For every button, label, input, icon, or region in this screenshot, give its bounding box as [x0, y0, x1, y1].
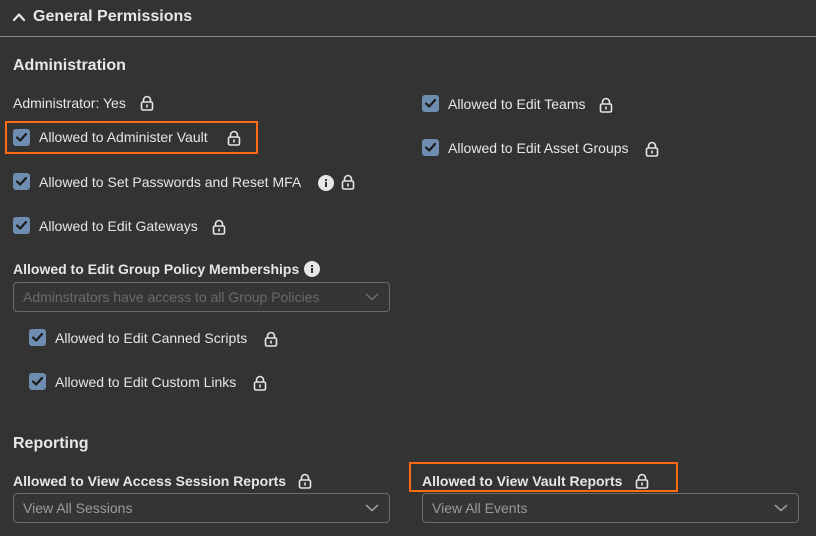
administrator-status: Administrator: Yes: [13, 95, 126, 111]
label-edit-custom-links: Allowed to Edit Custom Links: [55, 374, 237, 390]
label-set-passwords-reset-mfa: Allowed to Set Passwords and Reset MFA: [39, 174, 302, 190]
lock-icon: [140, 95, 154, 111]
lock-icon: [227, 130, 241, 146]
checkbox-edit-gateways[interactable]: [13, 217, 30, 234]
label-group-policy-memberships: Allowed to Edit Group Policy Memberships: [13, 261, 300, 277]
info-icon[interactable]: [304, 261, 320, 277]
checkmark-icon: [424, 142, 437, 152]
group-policy-select[interactable]: Adminstrators have access to all Group P…: [13, 282, 390, 312]
checkbox-edit-canned-scripts[interactable]: [29, 329, 46, 346]
checkbox-set-passwords-reset-mfa[interactable]: [13, 173, 30, 190]
vault-reports-select-value: View All Events: [432, 500, 528, 516]
access-session-select[interactable]: View All Sessions: [13, 493, 390, 523]
checkbox-edit-asset-groups[interactable]: [422, 139, 439, 156]
lock-icon: [645, 141, 659, 157]
reporting-title: Reporting: [13, 435, 89, 452]
info-icon[interactable]: [318, 175, 334, 191]
checkmark-icon: [15, 132, 28, 142]
label-edit-canned-scripts: Allowed to Edit Canned Scripts: [55, 330, 248, 346]
chevron-down-icon: [774, 504, 788, 512]
label-edit-teams: Allowed to Edit Teams: [448, 96, 586, 112]
vault-reports-select[interactable]: View All Events: [422, 493, 799, 523]
checkbox-edit-custom-links[interactable]: [29, 373, 46, 390]
lock-icon: [264, 331, 278, 347]
label-vault-reports: Allowed to View Vault Reports: [422, 473, 623, 489]
lock-icon: [212, 219, 226, 235]
access-session-select-value: View All Sessions: [23, 500, 133, 516]
label-administer-vault: Allowed to Administer Vault: [39, 129, 208, 145]
lock-icon: [635, 473, 649, 489]
checkmark-icon: [15, 220, 28, 230]
checkmark-icon: [31, 332, 44, 342]
administration-title: Administration: [13, 57, 126, 74]
chevron-down-icon: [365, 293, 379, 301]
lock-icon: [253, 375, 267, 391]
chevron-down-icon: [365, 504, 379, 512]
checkbox-administer-vault[interactable]: [13, 129, 30, 146]
lock-icon: [298, 473, 312, 489]
general-permissions-header[interactable]: General Permissions: [0, 0, 816, 37]
label-edit-gateways: Allowed to Edit Gateways: [39, 218, 198, 234]
checkbox-edit-teams[interactable]: [422, 95, 439, 112]
section-title: General Permissions: [33, 8, 193, 25]
label-access-session-reports: Allowed to View Access Session Reports: [13, 473, 287, 489]
checkmark-icon: [424, 98, 437, 108]
chevron-up-icon: [12, 13, 26, 22]
lock-icon: [599, 97, 613, 113]
checkmark-icon: [31, 376, 44, 386]
group-policy-select-value: Adminstrators have access to all Group P…: [23, 289, 320, 305]
label-edit-asset-groups: Allowed to Edit Asset Groups: [448, 140, 629, 156]
lock-icon: [341, 174, 355, 190]
checkmark-icon: [15, 176, 28, 186]
